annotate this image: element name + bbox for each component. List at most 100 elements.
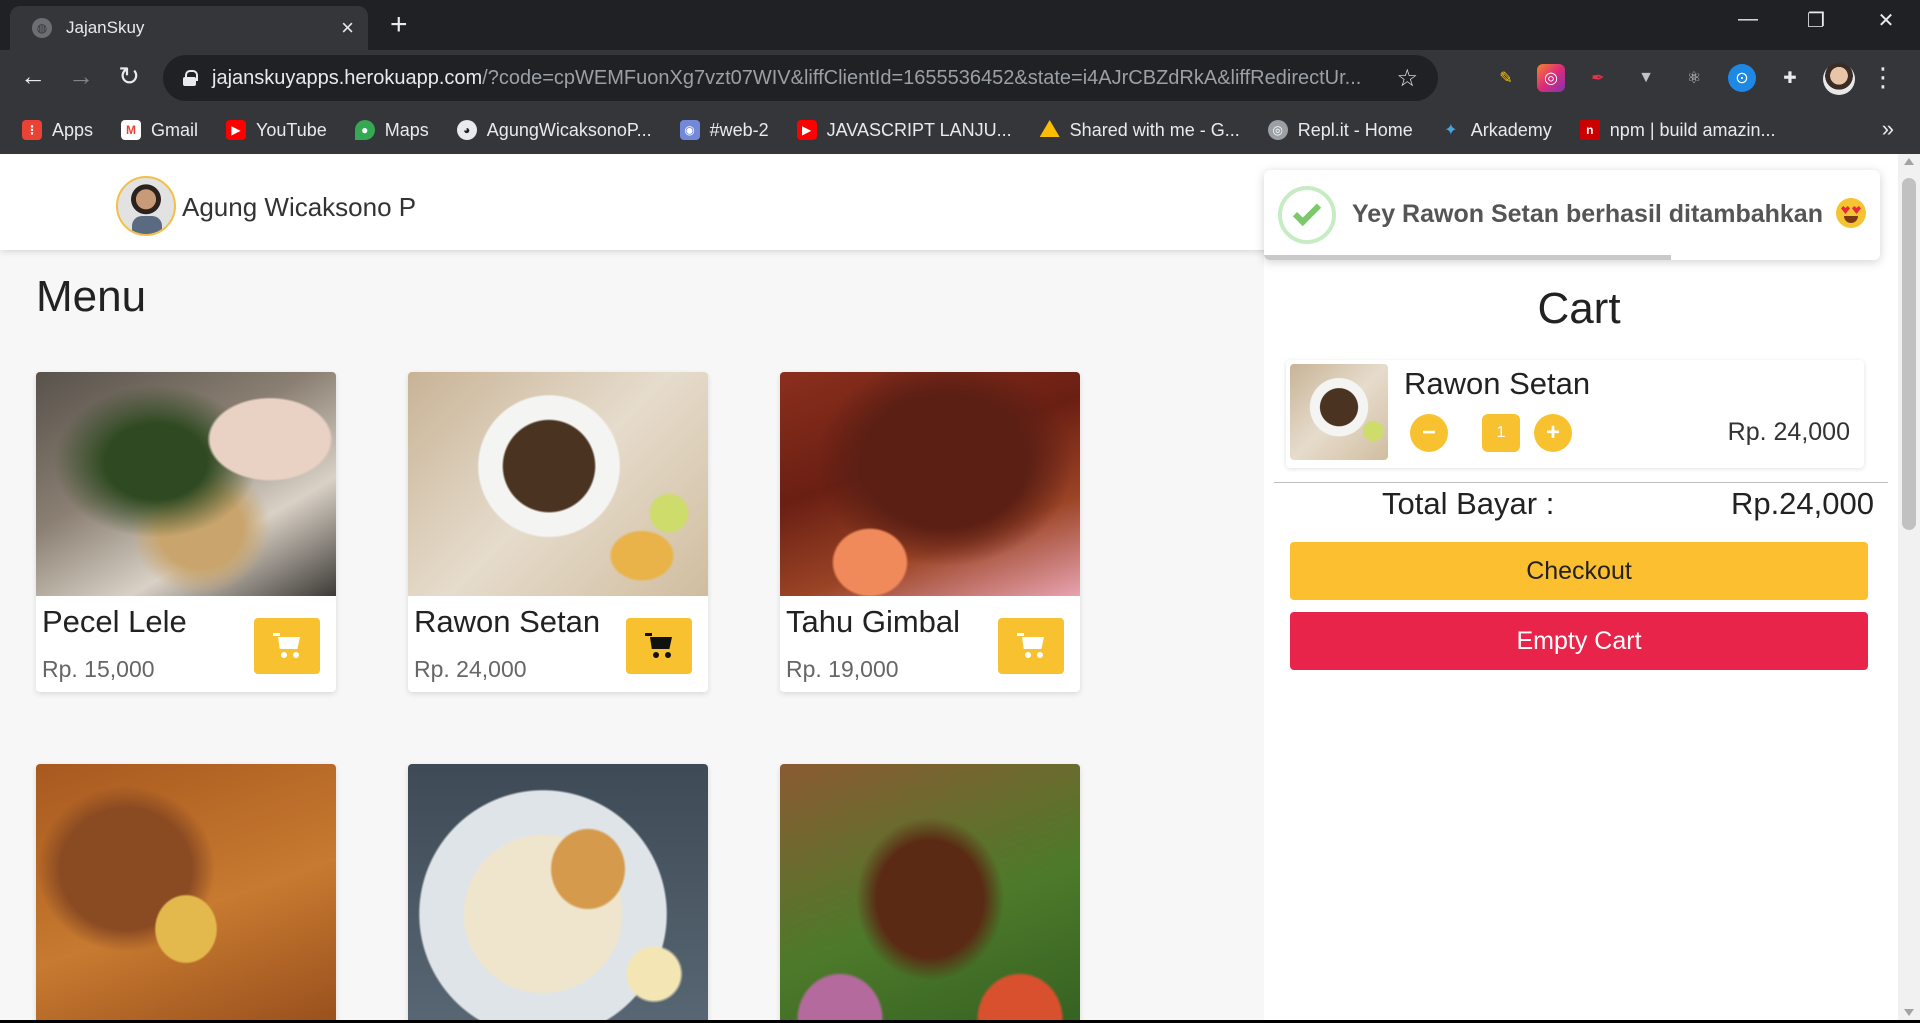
extension-pencil-icon[interactable]: ✎ [1492,64,1520,92]
web-page: Agung Wicaksono P Menu Pecel Lele Rp. 15… [0,154,1898,1020]
new-tab-button[interactable]: + [390,10,408,40]
food-price: Rp. 24,000 [414,656,527,682]
bookmark-label: Shared with me - G... [1069,119,1240,140]
bookmark-discord[interactable]: ◉ #web-2 [679,119,769,141]
extension-search-icon[interactable]: ⊙ [1728,64,1756,92]
shopping-cart-icon [273,633,301,659]
bookmark-maps[interactable]: ● Maps [354,119,429,141]
add-to-cart-button[interactable] [254,618,320,674]
npm-icon: n [1579,120,1600,140]
food-name: Rawon Setan [414,604,601,639]
bookmark-github[interactable]: ◕ AgungWicaksonoP... [456,120,652,141]
youtube-icon: ▶ [796,120,817,140]
menu-card-rawon-setan: Rawon Setan Rp. 24,000 [408,372,708,692]
menu-card-pecel-lele: Pecel Lele Rp. 15,000 [36,372,336,692]
browser-menu-icon[interactable]: ⋮ [1870,62,1896,93]
apps-grid-icon: ⋮ [22,120,42,140]
success-toast: Yey Rawon Setan berhasil ditambahkan [1264,170,1880,260]
extension-vue-icon[interactable]: ▼ [1632,64,1660,92]
extensions-puzzle-icon[interactable]: ✚ [1776,64,1804,92]
add-to-cart-button[interactable] [626,618,692,674]
toast-message: Yey Rawon Setan berhasil ditambahkan [1352,200,1823,228]
maps-icon: ● [354,120,375,140]
checkout-button[interactable]: Checkout [1290,542,1868,600]
more-bookmarks-icon[interactable]: » [1882,116,1894,142]
browser-tab-strip: ◍ JajanSkuy × + — ❐ ✕ [0,0,1920,50]
youtube-icon: ▶ [226,120,247,140]
total-value: Rp.24,000 [1730,486,1874,521]
reload-button[interactable]: ↻ [112,62,146,90]
food-name: Tahu Gimbal [786,604,961,639]
bookmark-gmail[interactable]: M Gmail [121,120,198,141]
bookmark-label: YouTube [256,119,327,140]
bookmark-youtube-js[interactable]: ▶ JAVASCRIPT LANJU... [796,119,1012,141]
arkademy-icon: ✦ [1444,122,1458,139]
scroll-down-arrow-icon[interactable] [1904,1009,1914,1016]
cart-panel: Cart Rawon Setan − 1 + Rp. 24,000 Total … [1264,250,1898,1020]
close-tab-icon[interactable]: × [341,17,354,39]
bookmark-label: Maps [384,119,429,140]
cart-item-image [1290,364,1388,460]
increase-quantity-button[interactable]: + [1534,414,1572,452]
bookmark-label: JAVASCRIPT LANJU... [826,119,1012,140]
food-name: Pecel Lele [42,604,187,639]
cart-item: Rawon Setan − 1 + Rp. 24,000 [1286,360,1864,468]
restore-window-button[interactable]: ❐ [1796,8,1836,33]
menu-card-tahu-gimbal: Tahu Gimbal Rp. 19,000 [780,372,1080,692]
bookmark-label: Arkademy [1470,119,1552,140]
user-name: Agung Wicaksono P [182,192,417,222]
heart-eyes-emoji-icon [1836,198,1866,228]
bookmark-youtube[interactable]: ▶ YouTube [226,120,327,141]
url-host: jajanskuyapps.herokuapp.com [212,66,483,89]
back-button[interactable]: ← [16,62,50,90]
bookmark-replit[interactable]: ◎ Repl.it - Home [1267,119,1413,141]
add-to-cart-button[interactable] [998,618,1064,674]
browser-toolbar: ← → ↻ jajanskuyapps.herokuapp.com /?code… [0,50,1920,106]
food-image [408,764,708,1020]
shopping-cart-icon [645,633,673,659]
browser-tab[interactable]: ◍ JajanSkuy × [10,6,368,50]
divider [1274,482,1888,483]
replit-icon: ◎ [1267,120,1288,140]
scroll-up-arrow-icon[interactable] [1904,158,1914,165]
lock-icon [183,70,198,86]
drive-icon [1039,120,1060,137]
toast-timer-bar [1264,255,1671,260]
bookmark-label: Repl.it - Home [1297,119,1413,140]
bookmark-npm[interactable]: n npm | build amazin... [1579,119,1776,141]
decrease-quantity-button[interactable]: − [1410,414,1448,452]
bookmark-star-icon[interactable]: ☆ [1396,64,1418,93]
user-avatar[interactable] [116,176,176,236]
menu-heading: Menu [36,272,147,321]
bookmark-label: #web-2 [709,119,769,140]
github-icon: ◕ [456,120,477,140]
url-path: /?code=cpWEMFuonXg7vzt07WIV&liffClientId… [482,66,1362,89]
extension-pen-icon[interactable]: ✒ [1584,64,1612,92]
cart-item-price: Rp. 24,000 [1727,418,1850,446]
bookmark-label: Gmail [151,119,199,140]
page-scrollbar[interactable] [1898,154,1920,1020]
food-image [36,372,336,596]
bookmark-label: npm | build amazin... [1609,119,1776,140]
bookmark-drive[interactable]: Shared with me - G... [1039,119,1240,141]
forward-button[interactable]: → [64,62,98,90]
extension-instagram-icon[interactable]: ◎ [1537,64,1565,92]
address-bar[interactable]: jajanskuyapps.herokuapp.com /?code=cpWEM… [163,55,1438,101]
extension-react-icon[interactable]: ⚛ [1680,64,1708,92]
tab-title: JajanSkuy [66,18,145,37]
food-price: Rp. 15,000 [42,656,155,682]
menu-card [36,764,336,1020]
scrollbar-thumb[interactable] [1902,178,1916,530]
menu-card [408,764,708,1020]
bookmark-label: Apps [52,119,94,140]
close-window-button[interactable]: ✕ [1866,8,1906,33]
empty-cart-button[interactable]: Empty Cart [1290,612,1868,670]
bookmark-arkademy[interactable]: ✦ Arkademy [1441,120,1552,141]
minimize-window-button[interactable]: — [1728,8,1768,31]
food-image [780,764,1080,1020]
bookmark-apps[interactable]: ⋮ Apps [22,120,93,141]
food-image [36,764,336,1020]
shopping-cart-icon [1017,633,1045,659]
profile-avatar[interactable] [1823,63,1855,95]
total-label: Total Bayar : [1382,486,1555,521]
